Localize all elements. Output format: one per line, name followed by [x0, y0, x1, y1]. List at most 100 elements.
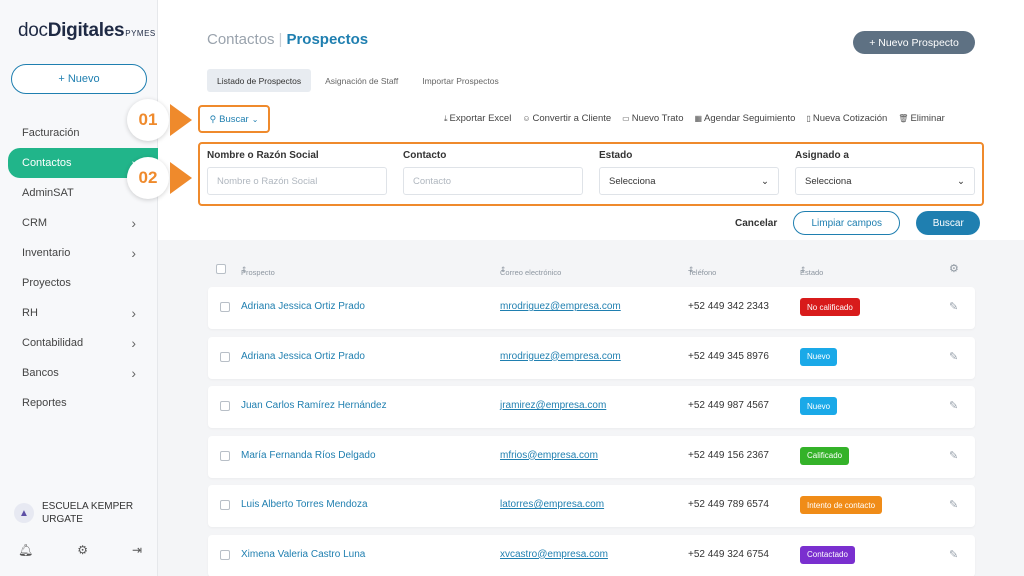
toolbar-label: Nueva Cotización [812, 113, 888, 124]
gear-icon[interactable]: ⚙ [77, 543, 88, 557]
row-checkbox[interactable] [220, 351, 230, 362]
edit-icon[interactable]: ✎ [949, 548, 958, 561]
column-phone[interactable]: Teléfono ⇕ [688, 265, 716, 277]
sidebar-item-label: Bancos [22, 367, 59, 379]
convert-client-icon: ☺ [522, 114, 531, 123]
sidebar-item-label: CRM [22, 217, 48, 229]
row-checkbox[interactable] [220, 302, 230, 312]
chevron-right-icon: › [131, 305, 136, 321]
status-select[interactable]: Selecciona ⌄ [599, 167, 779, 195]
sidebar-item-label: Reportes [22, 397, 67, 409]
company-info[interactable]: ▲ ESCUELA KEMPER URGATE [14, 500, 142, 526]
assigned-select-value: Selecciona [805, 175, 852, 187]
toolbar: ⤓ Exportar Excel ☺ Convertir a Cliente ▭ Nuev… [444, 113, 945, 124]
tab-0[interactable]: Listado de Prospectos [207, 69, 312, 92]
status-badge: Intento de contacto [800, 496, 883, 514]
prospect-name-link[interactable]: Juan Carlos Ramírez Hernández [241, 400, 387, 411]
email-link[interactable]: mrodriguez@empresa.com [500, 351, 621, 362]
toolbar-label: Exportar Excel [449, 113, 512, 124]
email-link[interactable]: mfrios@empresa.com [500, 450, 598, 461]
table-settings-icon[interactable]: ⚙ [949, 262, 959, 275]
convert-client-button[interactable]: ☺ Convertir a Cliente [522, 113, 611, 124]
chevron-down-icon: ⌄ [251, 114, 259, 124]
sidebar-footer: 🔔︎ ⚙ ⇥ [18, 543, 142, 557]
school-emblem-icon: ▲ [14, 503, 34, 523]
name-search-input[interactable] [207, 167, 387, 195]
filter-assigned-group: Asignado a Selecciona ⌄ [795, 150, 975, 195]
edit-icon[interactable]: ✎ [949, 498, 958, 511]
logout-icon[interactable]: ⇥ [132, 543, 142, 557]
sidebar-item-reportes[interactable]: Reportes [0, 388, 158, 418]
export-excel-button[interactable]: ⤓ Exportar Excel [444, 113, 511, 124]
search-button[interactable]: Buscar [916, 211, 981, 235]
column-prospect[interactable]: Prospecto ⇕ [241, 265, 275, 277]
sidebar-item-bancos[interactable]: Bancos › [0, 358, 158, 388]
sidebar-item-label: AdminSAT [22, 187, 74, 199]
column-email[interactable]: Correo electrónico ⇕ [500, 265, 561, 277]
search-toggle-button[interactable]: ⚲ Buscar ⌄ [198, 105, 270, 133]
new-quote-icon: ▯ [806, 114, 811, 123]
schedule-followup-button[interactable]: ▦ Agendar Seguimiento [694, 113, 795, 124]
sidebar-item-rh[interactable]: RH › [0, 298, 158, 328]
row-checkbox[interactable] [220, 500, 230, 510]
prospect-name-link[interactable]: Adriana Jessica Ortiz Prado [241, 351, 365, 362]
clear-fields-button[interactable]: Limpiar campos [793, 211, 901, 235]
cancel-button[interactable]: Cancelar [735, 218, 777, 229]
bell-icon[interactable]: 🔔︎ [18, 543, 33, 557]
prospect-name-link[interactable]: María Fernanda Ríos Delgado [241, 450, 376, 461]
phone-value: +52 449 156 2367 [688, 449, 769, 461]
filter-assigned-label: Asignado a [795, 150, 849, 161]
callout-01: 01 [127, 99, 169, 141]
new-button[interactable]: + Nuevo [11, 64, 147, 94]
status-select-value: Selecciona [609, 175, 656, 187]
prospect-name-link[interactable]: Adriana Jessica Ortiz Prado [241, 301, 365, 312]
row-checkbox[interactable] [220, 549, 230, 560]
filter-panel: Nombre o Razón Social Contacto Estado Se… [198, 142, 984, 206]
sidebar-item-proyectos[interactable]: Proyectos [0, 268, 158, 298]
new-quote-button[interactable]: ▯ Nueva Cotización [806, 113, 887, 124]
new-prospect-button[interactable]: + Nuevo Prospecto [853, 31, 975, 54]
select-all-checkbox[interactable] [216, 264, 226, 274]
chevron-right-icon: › [131, 365, 136, 381]
prospect-name-link[interactable]: Luis Alberto Torres Mendoza [241, 499, 368, 510]
contact-search-input[interactable] [403, 167, 583, 195]
sidebar-item-label: Contabilidad [22, 337, 84, 349]
company-name: ESCUELA KEMPER URGATE [42, 501, 134, 525]
assigned-select[interactable]: Selecciona ⌄ [795, 167, 975, 195]
breadcrumb: Contactos | Prospectos [207, 31, 368, 48]
edit-icon[interactable]: ✎ [949, 449, 958, 462]
chevron-down-icon: ⌄ [957, 175, 965, 187]
row-checkbox[interactable] [220, 401, 230, 411]
email-link[interactable]: mrodriguez@empresa.com [500, 301, 621, 312]
tab-2[interactable]: Importar Prospectos [412, 69, 509, 92]
breadcrumb-parent[interactable]: Contactos [207, 31, 275, 48]
email-link[interactable]: latorres@empresa.com [500, 499, 604, 510]
callout-arrow-02 [170, 162, 192, 194]
new-deal-button[interactable]: ▭ Nuevo Trato [622, 113, 683, 124]
search-toggle-label: Buscar [219, 113, 249, 125]
sidebar-item-contabilidad[interactable]: Contabilidad › [0, 328, 158, 358]
sidebar-item-label: Contactos [22, 157, 72, 169]
delete-button[interactable]: 🗑 Eliminar [898, 113, 944, 124]
sidebar-item-label: Facturación [22, 127, 80, 139]
sidebar-item-crm[interactable]: CRM › [0, 208, 158, 238]
filter-contact-group: Contacto [403, 150, 583, 195]
tab-1[interactable]: Asignación de Staff [315, 69, 409, 92]
email-link[interactable]: xvcastro@empresa.com [500, 549, 608, 560]
filter-contact-label: Contacto [403, 150, 447, 161]
edit-icon[interactable]: ✎ [949, 399, 958, 412]
table-row: Adriana Jessica Ortiz Prado mrodriguez@em… [208, 287, 975, 329]
sidebar-item-inventario[interactable]: Inventario › [0, 238, 158, 268]
email-link[interactable]: jramirez@empresa.com [500, 400, 606, 411]
new-deal-icon: ▭ [622, 114, 630, 123]
callout-arrow-01 [170, 104, 192, 136]
edit-icon[interactable]: ✎ [949, 300, 958, 313]
row-checkbox[interactable] [220, 450, 230, 461]
brand-logo[interactable]: docDigitalesPYMES [18, 20, 156, 42]
column-status[interactable]: Estado ⇕ [800, 265, 823, 277]
prospect-name-link[interactable]: Ximena Valeria Castro Luna [241, 549, 365, 560]
toolbar-label: Convertir a Cliente [532, 113, 612, 124]
toolbar-label: Eliminar [910, 113, 945, 124]
phone-value: +52 449 324 6754 [688, 548, 769, 560]
edit-icon[interactable]: ✎ [949, 350, 958, 363]
